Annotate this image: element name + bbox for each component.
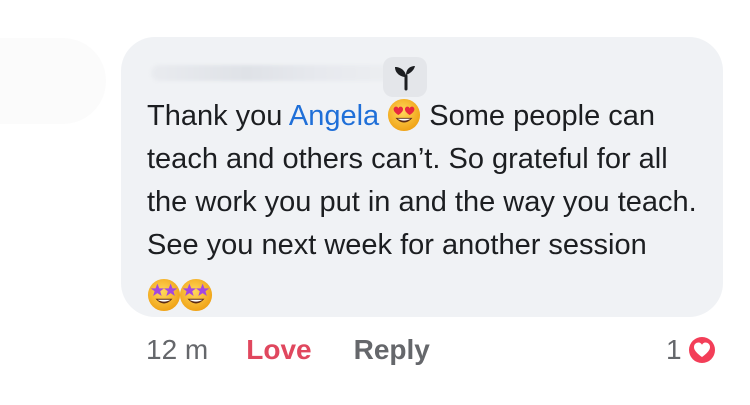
comment-text-start: Thank you	[147, 100, 289, 132]
reaction-count: 1	[666, 334, 682, 365]
love-button[interactable]: Love	[246, 334, 311, 366]
comment-bubble: Thank you Angela Some people can teach a…	[121, 37, 723, 317]
comment-text: Thank you Angela Some people can teach a…	[147, 95, 707, 318]
mention-link[interactable]: Angela	[289, 100, 379, 132]
star-struck-emoji-icon	[179, 278, 213, 312]
comment-timestamp[interactable]: 12 m	[146, 334, 208, 366]
sprout-badge-icon[interactable]	[383, 57, 427, 97]
avatar[interactable]	[0, 38, 106, 124]
reaction-summary[interactable]: 1	[666, 330, 718, 370]
comment-actions: 12 m Love Reply	[146, 330, 430, 370]
author-name-redacted[interactable]	[151, 65, 391, 81]
heart-eyes-emoji-icon	[388, 98, 421, 132]
star-struck-emoji-icon	[147, 278, 181, 312]
love-reaction-icon	[686, 335, 717, 365]
star-struck-emojis	[147, 275, 213, 318]
reply-button[interactable]: Reply	[354, 334, 430, 366]
